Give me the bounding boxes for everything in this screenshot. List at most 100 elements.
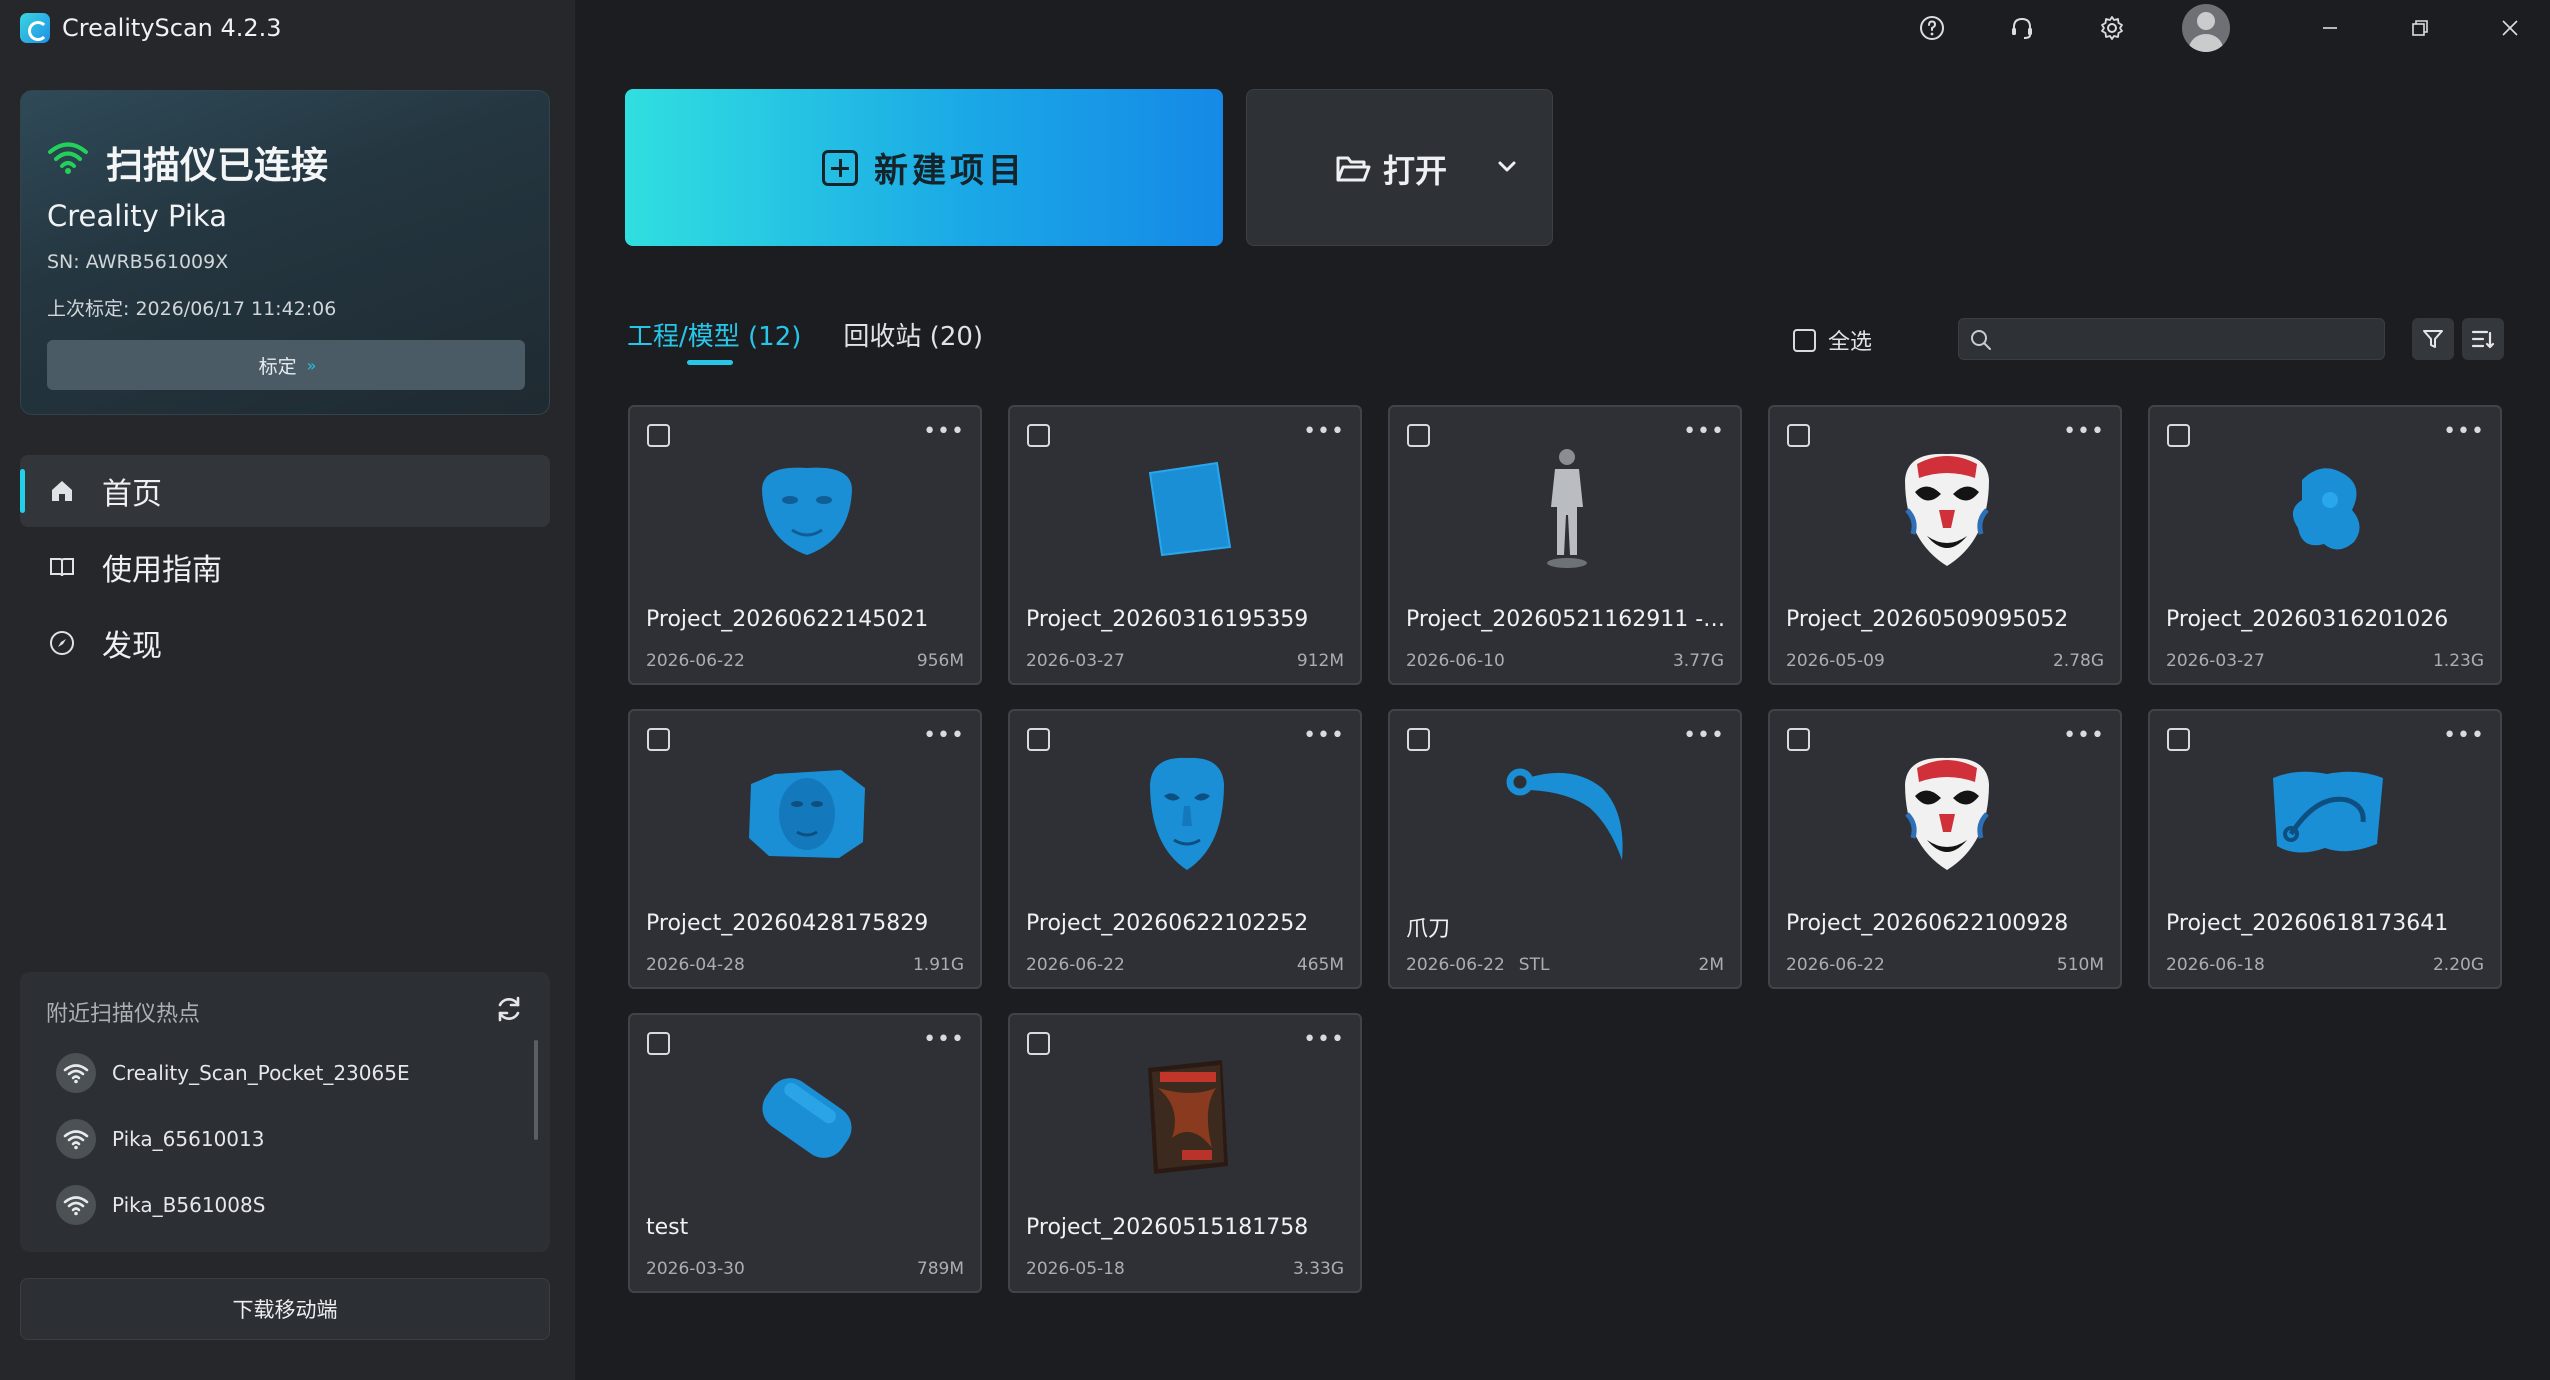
project-card[interactable]: ••• Project_20260509095052 2026-05-09 2.… <box>1768 405 2122 685</box>
project-checkbox[interactable] <box>1407 424 1430 447</box>
tab-recycle-bin[interactable]: 回收站 (20) <box>843 316 983 360</box>
minimize-icon[interactable] <box>2310 8 2350 48</box>
project-date: 2026-06-22 <box>1026 955 1125 975</box>
hotspot-scrollbar[interactable] <box>534 1040 538 1140</box>
more-options-icon[interactable]: ••• <box>2063 723 2105 748</box>
new-project-label: 新建项目 <box>874 151 1026 191</box>
more-options-icon[interactable]: ••• <box>2443 723 2485 748</box>
sort-icon <box>2471 330 2495 349</box>
project-name: Project_20260515181758 <box>1026 1215 1309 1240</box>
wifi-icon <box>56 1119 96 1159</box>
home-icon <box>48 477 76 505</box>
project-card[interactable]: ••• Project_20260521162911 - ... 2026-06… <box>1388 405 1742 685</box>
project-meta: 2026-05-18 3.33G <box>1026 1259 1344 1279</box>
scanner-status-card: 扫描仪已连接 Creality Pika SN: AWRB561009X 上次标… <box>20 90 550 415</box>
help-icon[interactable] <box>1912 8 1952 48</box>
support-headset-icon[interactable] <box>2002 8 2042 48</box>
project-checkbox[interactable] <box>2167 424 2190 447</box>
project-date: 2026-06-22 <box>1406 955 1505 975</box>
project-size: 1.23G <box>2432 651 2484 671</box>
project-checkbox[interactable] <box>1027 424 1050 447</box>
project-size: 3.77G <box>1672 651 1724 671</box>
project-checkbox[interactable] <box>647 424 670 447</box>
close-icon[interactable] <box>2490 8 2530 48</box>
sidebar-nav: 首页 使用指南 发现 <box>20 455 550 683</box>
app-window: CrealityScan 4.2.3 扫描仪已连接 Creality Pika … <box>0 0 2550 1380</box>
sidebar: CrealityScan 4.2.3 扫描仪已连接 Creality Pika … <box>0 0 575 1380</box>
project-size: 510M <box>2056 955 2104 975</box>
more-options-icon[interactable]: ••• <box>1303 419 1345 444</box>
sort-button[interactable] <box>2462 318 2504 360</box>
project-date: 2026-03-30 <box>646 1259 745 1279</box>
select-all-control[interactable]: 全选 <box>1793 324 1872 356</box>
more-options-icon[interactable]: ••• <box>1303 1027 1345 1052</box>
nav-label-home: 首页 <box>102 477 162 512</box>
nav-item-guide[interactable]: 使用指南 <box>20 531 550 603</box>
project-checkbox[interactable] <box>1407 728 1430 751</box>
project-thumbnail-face <box>740 443 874 577</box>
project-card[interactable]: ••• Project_20260515181758 2026-05-18 3.… <box>1008 1013 1362 1293</box>
project-checkbox[interactable] <box>2167 728 2190 751</box>
gear-icon[interactable] <box>2092 8 2132 48</box>
tab-projects[interactable]: 工程/模型 (12) <box>627 316 801 365</box>
hotspot-item[interactable]: Pika_B561008S <box>56 1172 526 1238</box>
project-meta: 2026-03-27 1.23G <box>2166 651 2484 671</box>
project-size: 956M <box>916 651 964 671</box>
project-checkbox[interactable] <box>647 1032 670 1055</box>
project-card[interactable]: ••• 爪刀 2026-06-22 STL 2M <box>1388 709 1742 989</box>
app-titlebar: CrealityScan 4.2.3 <box>20 10 282 46</box>
project-card[interactable]: ••• test 2026-03-30 789M <box>628 1013 982 1293</box>
more-options-icon[interactable]: ••• <box>1303 723 1345 748</box>
nav-label-guide: 使用指南 <box>102 553 222 588</box>
project-checkbox[interactable] <box>1027 1032 1050 1055</box>
more-options-icon[interactable]: ••• <box>923 723 965 748</box>
folder-open-icon <box>1336 156 1371 182</box>
project-date: 2026-05-18 <box>1026 1259 1125 1279</box>
project-meta: 2026-03-30 789M <box>646 1259 964 1279</box>
nav-item-discover[interactable]: 发现 <box>20 607 550 679</box>
hotspot-item[interactable]: Creality_Scan_Pocket_23065E <box>56 1040 526 1106</box>
search-icon <box>1971 330 1991 350</box>
project-meta: 2026-04-28 1.91G <box>646 955 964 975</box>
download-mobile-button[interactable]: 下载移动端 <box>20 1278 550 1340</box>
more-options-icon[interactable]: ••• <box>923 1027 965 1052</box>
hotspot-name: Creality_Scan_Pocket_23065E <box>112 1061 410 1085</box>
user-avatar[interactable] <box>2182 4 2230 52</box>
project-card[interactable]: ••• Project_20260618173641 2026-06-18 2.… <box>2148 709 2502 989</box>
filter-button[interactable] <box>2412 318 2454 360</box>
open-button[interactable]: 打开 <box>1246 89 1553 246</box>
nav-item-home[interactable]: 首页 <box>20 455 550 527</box>
project-card[interactable]: ••• Project_20260316195359 2026-03-27 91… <box>1008 405 1362 685</box>
project-card[interactable]: ••• Project_20260622102252 2026-06-22 46… <box>1008 709 1362 989</box>
project-meta: 2026-06-22 465M <box>1026 955 1344 975</box>
project-checkbox[interactable] <box>1787 424 1810 447</box>
compass-icon <box>48 629 76 657</box>
app-title: CrealityScan 4.2.3 <box>62 14 282 42</box>
calibrate-button[interactable]: 标定 » <box>47 340 525 390</box>
chevron-down-icon[interactable] <box>1492 152 1522 182</box>
more-options-icon[interactable]: ••• <box>1683 723 1725 748</box>
more-options-icon[interactable]: ••• <box>923 419 965 444</box>
refresh-icon[interactable] <box>494 994 524 1024</box>
hotspot-item[interactable]: Pika_65610013 <box>56 1106 526 1172</box>
open-button-content: 打开 <box>1335 146 1447 192</box>
search-input[interactable] <box>2003 319 2373 359</box>
more-options-icon[interactable]: ••• <box>2063 419 2105 444</box>
project-checkbox[interactable] <box>1027 728 1050 751</box>
more-options-icon[interactable]: ••• <box>2443 419 2485 444</box>
project-card[interactable]: ••• Project_20260622100928 2026-06-22 51… <box>1768 709 2122 989</box>
project-checkbox[interactable] <box>1787 728 1810 751</box>
project-card[interactable]: ••• Project_20260316201026 2026-03-27 1.… <box>2148 405 2502 685</box>
project-card[interactable]: ••• Project_20260428175829 2026-04-28 1.… <box>628 709 982 989</box>
project-thumbnail-panel <box>1120 443 1254 577</box>
project-name: Project_20260618173641 <box>2166 911 2449 936</box>
more-options-icon[interactable]: ••• <box>1683 419 1725 444</box>
select-all-checkbox[interactable] <box>1793 328 1816 352</box>
project-card[interactable]: ••• Project_20260622145021 2026-06-22 95… <box>628 405 982 685</box>
project-thumbnail-blob <box>2260 443 2394 577</box>
restore-icon[interactable] <box>2400 8 2440 48</box>
new-project-button[interactable]: 新建项目 <box>625 89 1223 246</box>
project-checkbox[interactable] <box>647 728 670 751</box>
select-all-label: 全选 <box>1828 330 1873 355</box>
project-name: Project_20260622100928 <box>1786 911 2069 936</box>
